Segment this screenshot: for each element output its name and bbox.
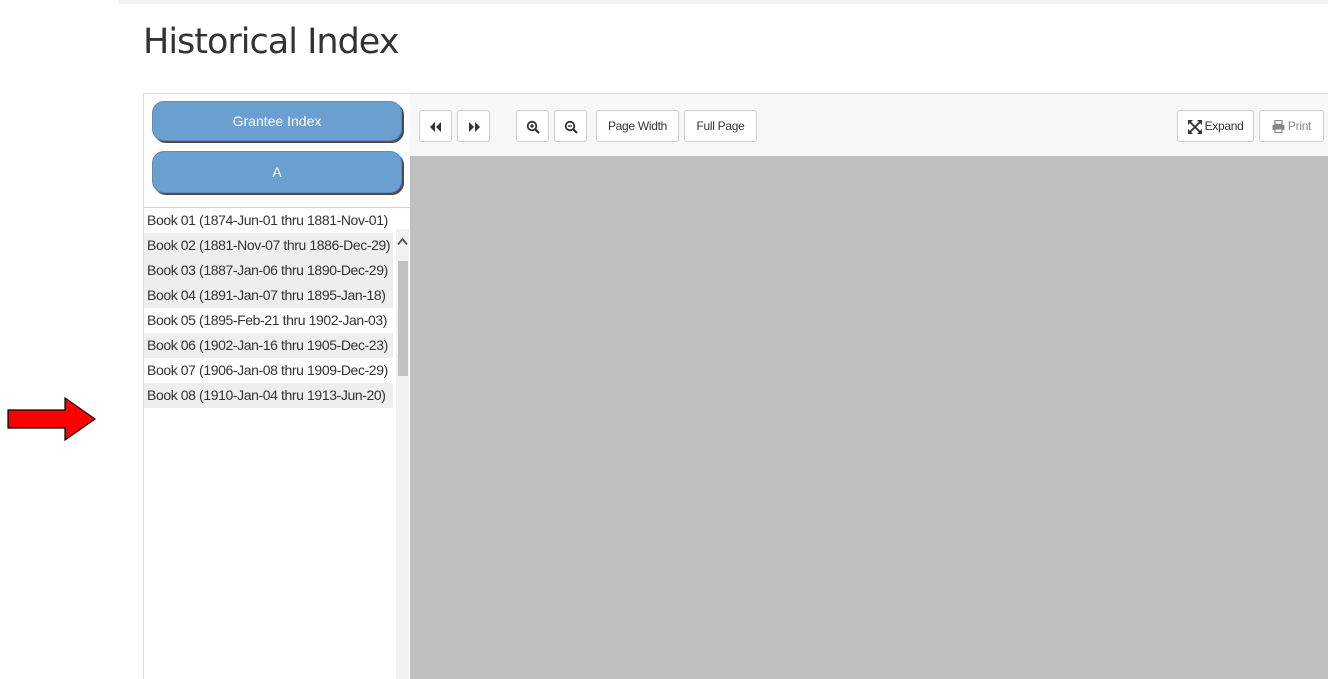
book-item-05[interactable]: Book 05 (1895-Feb-21 thru 1902-Jan-03) <box>144 308 393 333</box>
scroll-up-icon[interactable] <box>396 229 409 255</box>
zoom-in-button[interactable] <box>516 110 549 142</box>
red-arrow-icon <box>7 397 97 441</box>
book-item-07[interactable]: Book 07 (1906-Jan-08 thru 1909-Dec-29) <box>144 358 393 383</box>
next-page-button[interactable] <box>457 110 490 142</box>
index-type-button[interactable]: Grantee Index <box>152 101 402 141</box>
left-panel: Grantee Index A Book 01 (1874-Jun-01 thr… <box>143 93 412 679</box>
historical-index-page: Historical Index Grantee Index A Book 01… <box>0 0 1328 679</box>
page-width-button[interactable]: Page Width <box>596 110 679 142</box>
book-item-01[interactable]: Book 01 (1874-Jun-01 thru 1881-Nov-01) <box>144 208 393 233</box>
double-left-icon <box>429 121 441 132</box>
print-label: Print <box>1287 119 1312 133</box>
expand-icon <box>1187 119 1202 134</box>
viewer-toolbar: Page Width Full Page Expand Print <box>410 93 1328 157</box>
scroll-thumb[interactable] <box>398 261 408 376</box>
book-item-04[interactable]: Book 04 (1891-Jan-07 thru 1895-Jan-18) <box>144 283 393 308</box>
book-item-08[interactable]: Book 08 (1910-Jan-04 thru 1913-Jun-20) <box>144 383 393 408</box>
zoom-in-icon <box>526 120 540 134</box>
print-icon <box>1272 120 1285 134</box>
double-right-icon <box>468 121 480 132</box>
top-divider <box>118 0 1328 4</box>
book-item-02[interactable]: Book 02 (1881-Nov-07 thru 1886-Dec-29) <box>144 233 393 258</box>
book-list-scrollbar[interactable] <box>396 229 409 679</box>
book-item-06[interactable]: Book 06 (1902-Jan-16 thru 1905-Dec-23) <box>144 333 393 358</box>
document-canvas[interactable] <box>410 156 1328 679</box>
print-button[interactable]: Print <box>1259 110 1324 142</box>
book-list: Book 01 (1874-Jun-01 thru 1881-Nov-01) B… <box>144 207 411 408</box>
expand-label: Expand <box>1204 119 1244 133</box>
expand-button[interactable]: Expand <box>1177 110 1254 142</box>
letter-button[interactable]: A <box>152 151 402 193</box>
prev-page-button[interactable] <box>419 110 452 142</box>
page-title: Historical Index <box>143 22 399 62</box>
full-page-button[interactable]: Full Page <box>684 110 757 142</box>
zoom-out-icon <box>564 120 578 134</box>
zoom-out-button[interactable] <box>554 110 587 142</box>
book-item-03[interactable]: Book 03 (1887-Jan-06 thru 1890-Dec-29) <box>144 258 393 283</box>
document-viewer: Page Width Full Page Expand Print <box>410 93 1328 679</box>
